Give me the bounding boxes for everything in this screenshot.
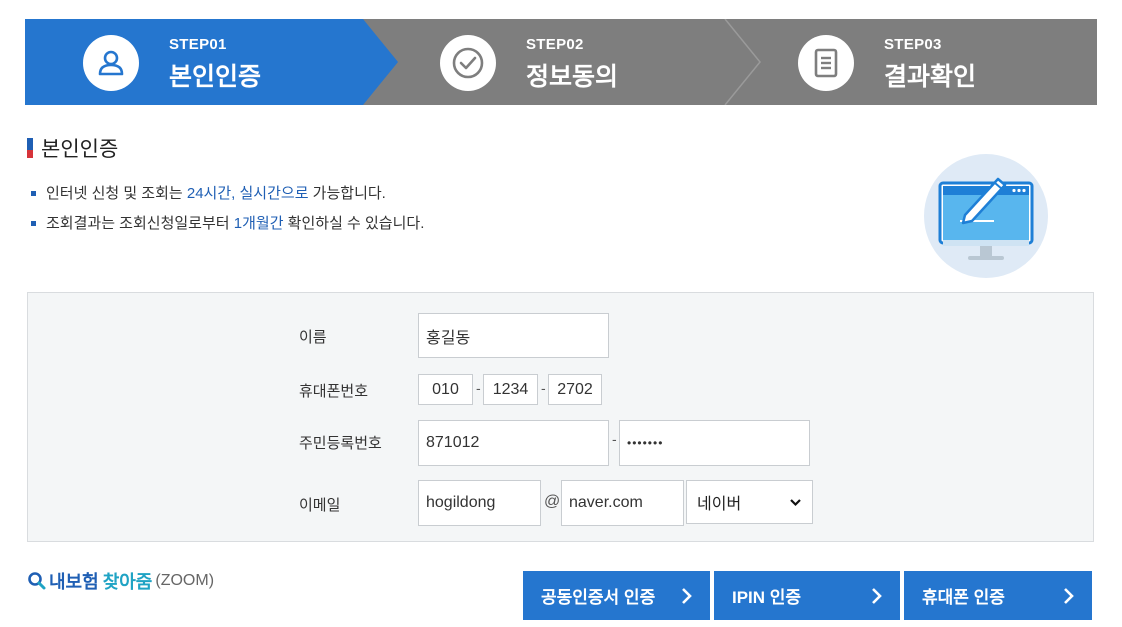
chevron-right-icon <box>682 588 692 604</box>
magnifier-logo-icon <box>28 572 46 590</box>
notice-list: 인터넷 신청 및 조회는 24시간, 실시간으로 가능합니다. 조회결과는 조회… <box>31 183 424 243</box>
phone-auth-button[interactable]: 휴대폰 인증 <box>904 571 1092 620</box>
chevron-down-icon <box>790 499 801 507</box>
phone-last-input[interactable]: 2702 <box>548 374 602 405</box>
step-1-number: STEP01 <box>169 36 227 53</box>
step-1-circle <box>83 35 139 91</box>
email-at-sign: @ <box>544 493 561 510</box>
certificate-auth-label: 공동인증서 인증 <box>541 588 656 607</box>
email-domain-input[interactable]: naver.com <box>561 480 684 526</box>
name-input[interactable]: 홍길동 <box>418 313 609 358</box>
rrn-front-input[interactable]: 871012 <box>418 420 609 466</box>
certificate-auth-button[interactable]: 공동인증서 인증 <box>523 571 710 620</box>
phone-separator: - <box>476 380 481 396</box>
identity-form: 이름 홍길동 휴대폰번호 010 - 1234 - 2702 주민등록번호 87… <box>27 292 1094 542</box>
document-icon <box>814 48 838 78</box>
step-3-number: STEP03 <box>884 36 942 53</box>
phone-middle-input[interactable]: 1234 <box>483 374 538 405</box>
section-title: 본인인증 <box>41 138 119 161</box>
monitor-illustration-icon <box>924 154 1048 278</box>
zoom-logo: 내보험 찾아줌 (ZOOM) <box>27 568 214 594</box>
name-label: 이름 <box>299 329 327 346</box>
step-3-title: 결과확인 <box>884 63 977 91</box>
email-label: 이메일 <box>299 497 341 514</box>
section-heading: 본인인증 <box>27 133 118 163</box>
logo-text-part3: (ZOOM) <box>155 572 215 589</box>
chevron-right-icon <box>872 588 882 604</box>
logo-text-part1: 내보험 <box>49 572 99 592</box>
email-domain-select-value: 네이버 <box>697 496 742 513</box>
check-circle-icon <box>452 47 484 79</box>
step-2-circle <box>440 35 496 91</box>
heading-marker-icon <box>27 138 33 158</box>
notice-item: 인터넷 신청 및 조회는 24시간, 실시간으로 가능합니다. <box>31 183 424 213</box>
phone-label: 휴대폰번호 <box>299 383 369 400</box>
step-1: STEP01 본인인증 <box>25 19 365 105</box>
rrn-label: 주민등록번호 <box>299 435 382 452</box>
ipin-auth-label: IPIN 인증 <box>732 588 802 607</box>
notice-item: 조회결과는 조회신청일로부터 1개월간 확인하실 수 있습니다. <box>31 213 424 243</box>
step-3-circle <box>798 35 854 91</box>
step-2: STEP02 정보동의 <box>385 19 725 105</box>
step-progress-bar: STEP01 본인인증 STEP02 정보동의 STEP03 결과확인 <box>25 19 1097 105</box>
email-domain-select[interactable]: 네이버 <box>686 480 813 524</box>
phone-prefix-input[interactable]: 010 <box>418 374 473 405</box>
ipin-auth-button[interactable]: IPIN 인증 <box>714 571 900 620</box>
rrn-back-password-input[interactable]: ••••••• <box>619 420 810 466</box>
step-3: STEP03 결과확인 <box>745 19 1085 105</box>
phone-auth-label: 휴대폰 인증 <box>922 588 1005 607</box>
chevron-right-icon <box>1064 588 1074 604</box>
step-2-title: 정보동의 <box>526 63 619 91</box>
rrn-separator: - <box>612 431 617 447</box>
phone-separator: - <box>541 380 546 396</box>
logo-text-part2: 찾아줌 <box>102 572 153 592</box>
step-1-title: 본인인증 <box>169 63 262 91</box>
step-2-number: STEP02 <box>526 36 584 53</box>
user-icon <box>98 50 124 76</box>
email-id-input[interactable]: hogildong <box>418 480 541 526</box>
